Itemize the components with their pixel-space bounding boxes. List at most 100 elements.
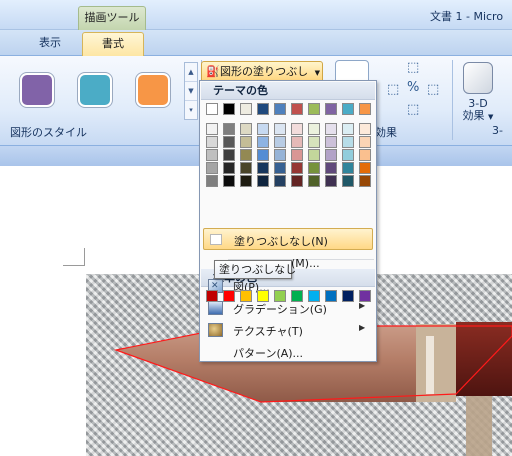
- threed-cube-icon[interactable]: [463, 62, 493, 94]
- theme-color-shade-swatch[interactable]: [223, 123, 235, 135]
- group-divider: [452, 60, 453, 140]
- theme-color-shade-swatch[interactable]: [342, 175, 354, 187]
- theme-color-shade-swatch[interactable]: [274, 175, 286, 187]
- standard-color-swatch[interactable]: [308, 290, 320, 302]
- threed-effects-button[interactable]: 3-D 効果 ▼: [458, 98, 498, 123]
- theme-color-shade-swatch[interactable]: [257, 175, 269, 187]
- texture-fill-item[interactable]: テクスチャ(T) ▶: [203, 319, 373, 341]
- style-gallery-scroll[interactable]: ▲ ▼ ▾: [184, 62, 198, 120]
- shape-style-group-label: 図形のスタイル: [10, 126, 87, 139]
- theme-color-shade-swatch[interactable]: [240, 149, 252, 161]
- standard-color-swatch[interactable]: [325, 290, 337, 302]
- pattern-fill-label: パターン(A)...: [233, 347, 304, 360]
- theme-color-shade-swatch[interactable]: [291, 123, 303, 135]
- theme-color-shade-swatch[interactable]: [257, 123, 269, 135]
- theme-color-shade-swatch[interactable]: [308, 136, 320, 148]
- theme-color-shade-swatch[interactable]: [342, 162, 354, 174]
- theme-color-shade-swatch[interactable]: [274, 162, 286, 174]
- tab-format[interactable]: 書式: [82, 32, 144, 56]
- theme-color-shade-swatch[interactable]: [274, 136, 286, 148]
- theme-color-shade-swatch[interactable]: [291, 162, 303, 174]
- theme-color-shade-swatch[interactable]: [342, 136, 354, 148]
- shape-style-swatch[interactable]: [78, 73, 112, 107]
- theme-color-shade-swatch[interactable]: [206, 162, 218, 174]
- theme-color-swatch[interactable]: [308, 103, 320, 115]
- knife-bolster: [416, 324, 456, 402]
- nudge-down-icon[interactable]: ⬚: [407, 102, 419, 117]
- theme-color-shade-swatch[interactable]: [359, 162, 371, 174]
- theme-color-shade-swatch[interactable]: [325, 175, 337, 187]
- theme-color-swatch[interactable]: [240, 103, 252, 115]
- gradient-fill-label: グラデーション(G): [233, 303, 327, 316]
- standard-color-swatch[interactable]: [240, 290, 252, 302]
- standard-color-swatch[interactable]: [342, 290, 354, 302]
- theme-color-swatch[interactable]: [206, 103, 218, 115]
- texture-icon: [208, 323, 223, 337]
- theme-color-shade-swatch[interactable]: [240, 162, 252, 174]
- theme-color-swatch[interactable]: [359, 103, 371, 115]
- gallery-more-icon[interactable]: ▾: [185, 101, 197, 120]
- theme-color-shade-swatch[interactable]: [308, 123, 320, 135]
- tooltip: 塗りつぶしなし: [214, 260, 296, 279]
- theme-color-shade-swatch[interactable]: [342, 149, 354, 161]
- theme-color-shade-swatch[interactable]: [359, 175, 371, 187]
- theme-color-shade-swatch[interactable]: [206, 175, 218, 187]
- pattern-fill-item[interactable]: パターン(A)...: [203, 341, 373, 363]
- theme-color-shade-swatch[interactable]: [359, 149, 371, 161]
- theme-color-shade-swatch[interactable]: [206, 123, 218, 135]
- theme-color-shade-swatch[interactable]: [223, 162, 235, 174]
- gallery-down-icon[interactable]: ▼: [185, 82, 197, 101]
- ribbon-tab-bar: 表示 書式: [0, 30, 512, 56]
- standard-color-swatch[interactable]: [291, 290, 303, 302]
- theme-color-shade-swatch[interactable]: [223, 149, 235, 161]
- nudge-right-icon[interactable]: ⬚: [427, 82, 439, 97]
- theme-color-shade-swatch[interactable]: [325, 162, 337, 174]
- theme-color-shade-swatch[interactable]: [291, 136, 303, 148]
- nudge-up-icon[interactable]: ⬚: [407, 60, 419, 75]
- standard-color-swatch[interactable]: [223, 290, 235, 302]
- standard-color-swatch[interactable]: [257, 290, 269, 302]
- theme-color-shade-swatch[interactable]: [257, 162, 269, 174]
- theme-color-shade-swatch[interactable]: [359, 136, 371, 148]
- theme-color-shade-swatch[interactable]: [291, 149, 303, 161]
- theme-color-shade-swatch[interactable]: [325, 123, 337, 135]
- theme-color-shade-swatch[interactable]: [257, 149, 269, 161]
- theme-color-shade-swatch[interactable]: [308, 162, 320, 174]
- theme-color-shade-swatch[interactable]: [291, 175, 303, 187]
- theme-color-shade-swatch[interactable]: [223, 175, 235, 187]
- chevron-down-icon: ▼: [314, 69, 321, 77]
- theme-color-shade-swatch[interactable]: [206, 136, 218, 148]
- theme-color-shade-swatch[interactable]: [325, 149, 337, 161]
- theme-color-swatch[interactable]: [223, 103, 235, 115]
- theme-color-shade-swatch[interactable]: [240, 136, 252, 148]
- theme-color-shade-swatch[interactable]: [274, 149, 286, 161]
- submenu-arrow-icon: ▶: [359, 323, 366, 332]
- theme-color-shade-swatch[interactable]: [308, 175, 320, 187]
- theme-color-shade-swatch[interactable]: [308, 149, 320, 161]
- theme-color-swatch[interactable]: [325, 103, 337, 115]
- standard-color-swatch[interactable]: [206, 290, 218, 302]
- shape-style-swatch[interactable]: [136, 73, 170, 107]
- theme-color-shade-swatch[interactable]: [240, 175, 252, 187]
- theme-color-shade-swatch[interactable]: [240, 123, 252, 135]
- theme-color-swatch[interactable]: [257, 103, 269, 115]
- theme-color-swatch[interactable]: [274, 103, 286, 115]
- tab-view[interactable]: 表示: [20, 32, 80, 56]
- theme-color-swatch[interactable]: [342, 103, 354, 115]
- shape-style-swatch[interactable]: [20, 73, 54, 107]
- standard-color-swatch[interactable]: [359, 290, 371, 302]
- gallery-up-icon[interactable]: ▲: [185, 63, 197, 82]
- nudge-left-icon[interactable]: ⬚: [387, 82, 399, 97]
- theme-color-shade-swatch[interactable]: [325, 136, 337, 148]
- theme-color-shade-swatch[interactable]: [342, 123, 354, 135]
- shadow-toggle-icon[interactable]: %: [407, 80, 419, 95]
- theme-color-swatch[interactable]: [291, 103, 303, 115]
- standard-color-swatch[interactable]: [274, 290, 286, 302]
- theme-color-shade-swatch[interactable]: [359, 123, 371, 135]
- theme-color-shade-swatch[interactable]: [206, 149, 218, 161]
- threed-group-label: 3-: [492, 124, 503, 137]
- theme-color-shade-swatch[interactable]: [223, 136, 235, 148]
- no-fill-item[interactable]: 塗りつぶしなし(N): [203, 228, 373, 250]
- theme-color-shade-swatch[interactable]: [257, 136, 269, 148]
- theme-color-shade-swatch[interactable]: [274, 123, 286, 135]
